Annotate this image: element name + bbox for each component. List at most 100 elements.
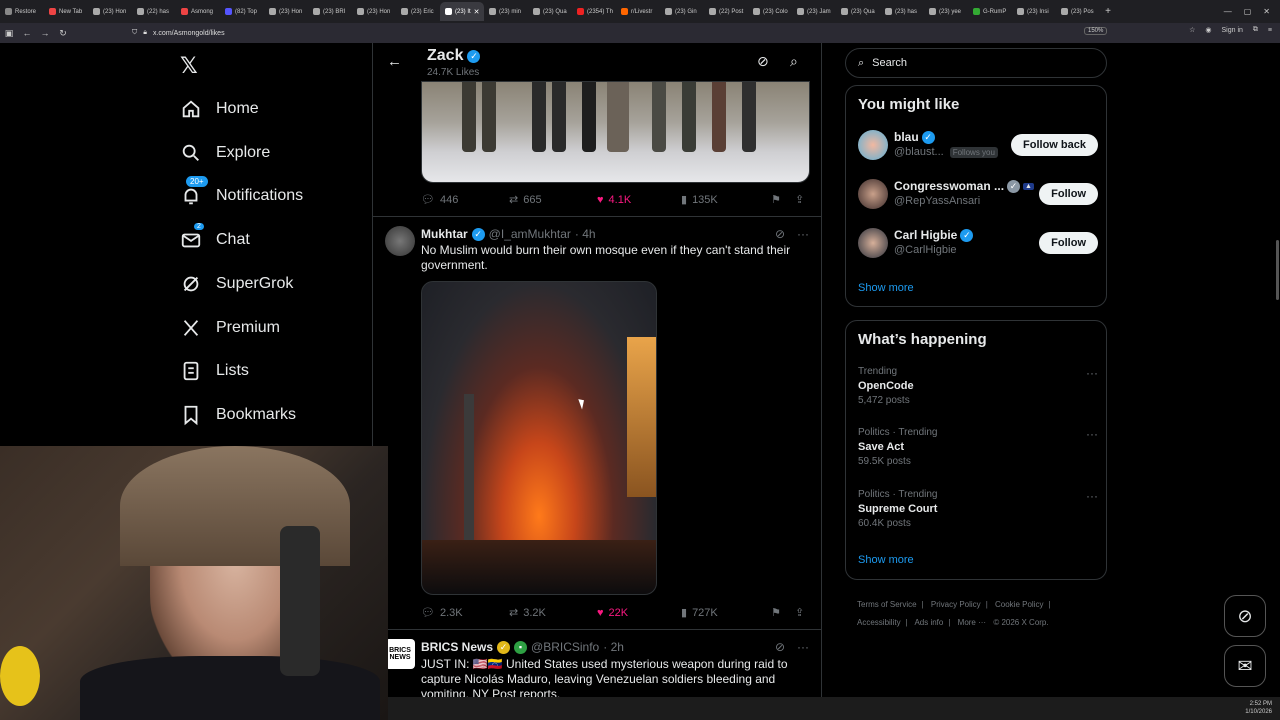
menu-icon[interactable]: ≡ xyxy=(1268,27,1272,34)
more-icon[interactable]: ··· xyxy=(1086,366,1098,380)
browser-tab[interactable]: Asmong xyxy=(176,2,220,21)
browser-tab[interactable]: (23) Hon xyxy=(88,2,132,21)
sidebar-item-chat[interactable]: 2 Chat xyxy=(180,223,250,251)
share-icon[interactable]: ⇪ xyxy=(795,193,804,206)
browser-tab[interactable]: (82) Top xyxy=(220,2,264,21)
back-arrow-icon[interactable]: ← xyxy=(387,53,402,70)
extensions-icon[interactable]: ⧉ xyxy=(1253,26,1258,34)
browser-tab[interactable]: G-RumP xyxy=(968,2,1012,21)
browser-tab[interactable]: (23) Hon xyxy=(352,2,396,21)
browser-tab[interactable]: (23) Qua xyxy=(528,2,572,21)
post-author-handle[interactable]: @BRICSinfo xyxy=(531,640,599,654)
sidebar-item-bookmarks[interactable]: Bookmarks xyxy=(180,404,296,426)
follow-back-button[interactable]: Follow back xyxy=(1011,134,1098,156)
browser-tab[interactable]: (23) Gin xyxy=(660,2,704,21)
tab-close-icon[interactable]: ✕ xyxy=(474,8,480,16)
post-image[interactable] xyxy=(421,281,657,595)
avatar[interactable]: BRICS NEWS xyxy=(385,639,415,669)
footer-link-cookie[interactable]: Cookie Policy xyxy=(995,600,1043,609)
sidebar-item-supergrok[interactable]: SuperGrok xyxy=(180,273,293,295)
browser-tab[interactable]: (23) Pos xyxy=(1056,2,1100,21)
browser-tab[interactable]: (22) has xyxy=(132,2,176,21)
repost-button[interactable]: ⇄ 3.2K xyxy=(509,606,597,620)
sidebar-item-notifications[interactable]: 20+ Notifications xyxy=(180,176,303,207)
suggestion-item[interactable]: Congresswoman ... ✓ ▲ @RepYassAnsari Follo… xyxy=(858,175,1098,215)
follow-button[interactable]: Follow xyxy=(1039,232,1098,254)
like-button[interactable]: ♥ 22K xyxy=(597,607,681,619)
post-author-name[interactable]: Mukhtar xyxy=(421,227,468,241)
avatar[interactable] xyxy=(858,179,888,209)
browser-tab[interactable]: (23) Eric xyxy=(396,2,440,21)
url-bar[interactable]: ⛉ 🔒︎ x.com/Asmongold/likes xyxy=(132,25,1132,41)
browser-tab[interactable]: New Tab xyxy=(44,2,88,21)
share-icon[interactable]: ⇪ xyxy=(795,606,804,619)
views-button[interactable]: ▮ 135K xyxy=(681,193,771,207)
reload-icon[interactable]: ↻ xyxy=(54,28,72,39)
sidebar-toggle-icon[interactable]: ▣ xyxy=(0,28,18,39)
post-time[interactable]: · 2h xyxy=(603,640,624,654)
browser-tab[interactable]: (2354) Th xyxy=(572,2,616,21)
sidebar-item-lists[interactable]: Lists xyxy=(180,360,249,382)
zoom-level[interactable]: 150% xyxy=(1084,27,1108,35)
search-icon[interactable]: ⌕ xyxy=(790,53,798,70)
x-logo-icon[interactable]: 𝕏 xyxy=(180,53,198,79)
footer-link-terms[interactable]: Terms of Service xyxy=(857,600,917,609)
more-icon[interactable]: ··· xyxy=(797,227,809,241)
close-icon[interactable]: ✕ xyxy=(1263,7,1270,16)
avatar[interactable] xyxy=(385,226,415,256)
grok-icon[interactable]: ⊘ xyxy=(775,227,785,241)
like-button[interactable]: ♥ 4.1K xyxy=(597,194,681,206)
grok-button[interactable]: ⊘ xyxy=(1224,595,1266,637)
url-text[interactable]: x.com/Asmongold/likes xyxy=(153,30,225,37)
sidebar-item-explore[interactable]: Explore xyxy=(180,142,270,164)
suggestion-item[interactable]: blau ✓ @blaust... Follows you Follow back xyxy=(858,126,1098,166)
sign-in-button[interactable]: Sign in xyxy=(1222,27,1243,34)
post-author-handle[interactable]: @I_amMukhtar xyxy=(489,227,571,241)
maximize-icon[interactable]: ▢ xyxy=(1244,7,1252,16)
more-icon[interactable]: ··· xyxy=(797,640,809,654)
taskbar-clock[interactable]: 2:52 PM 1/10/2026 xyxy=(1245,700,1272,716)
new-tab-icon[interactable]: + xyxy=(1100,6,1116,17)
grok-icon[interactable]: ⊘ xyxy=(775,640,785,654)
more-icon[interactable]: ··· xyxy=(1086,427,1098,441)
messages-button[interactable]: ✉ xyxy=(1224,645,1266,687)
reply-button[interactable]: 💬︎ 2.3K xyxy=(421,606,509,620)
forward-icon[interactable]: → xyxy=(36,28,54,38)
browser-tab[interactable]: (23) BRI xyxy=(308,2,352,21)
repost-button[interactable]: ⇄ 665 xyxy=(509,193,597,207)
star-icon[interactable]: ☆ xyxy=(1189,26,1195,34)
minimize-icon[interactable]: — xyxy=(1224,7,1232,16)
show-more-link[interactable]: Show more xyxy=(858,554,914,566)
browser-tab[interactable]: (23) Jam xyxy=(792,2,836,21)
back-icon[interactable]: ← xyxy=(18,28,36,38)
post-author-name[interactable]: BRICS News xyxy=(421,640,493,654)
footer-link-accessibility[interactable]: Accessibility xyxy=(857,618,901,627)
sidebar-item-home[interactable]: Home xyxy=(180,98,259,120)
sidebar-item-premium[interactable]: Premium xyxy=(180,317,280,339)
trend-item[interactable]: Trending OpenCode 5,472 posts ··· xyxy=(858,366,1098,416)
suggestion-item[interactable]: Carl Higbie ✓ @CarlHigbie Follow xyxy=(858,224,1098,264)
bookmark-icon[interactable]: ⚑ xyxy=(771,606,795,619)
footer-link-more[interactable]: More ··· xyxy=(958,618,986,627)
views-button[interactable]: ▮ 727K xyxy=(681,606,771,620)
grok-icon[interactable]: ⊘ xyxy=(757,53,769,70)
footer-link-ads[interactable]: Ads info xyxy=(914,618,943,627)
trend-item[interactable]: Politics · Trending Save Act 59.5K posts… xyxy=(858,427,1098,477)
browser-tab[interactable]: (23) Qua xyxy=(836,2,880,21)
reply-button[interactable]: 💬︎ 446 xyxy=(421,193,509,207)
avatar[interactable] xyxy=(858,228,888,258)
browser-tab[interactable]: (23) Colo xyxy=(748,2,792,21)
browser-tab[interactable]: Restore xyxy=(0,2,44,21)
browser-tab[interactable]: (22) Post xyxy=(704,2,748,21)
browser-tab[interactable]: (23) Hon xyxy=(264,2,308,21)
scrollbar[interactable] xyxy=(1276,240,1279,300)
browser-tab[interactable]: (23) has xyxy=(880,2,924,21)
browser-tab[interactable]: (23) yee xyxy=(924,2,968,21)
show-more-link[interactable]: Show more xyxy=(858,282,914,294)
more-icon[interactable]: ··· xyxy=(1086,489,1098,503)
browser-tab[interactable]: r/Livestr xyxy=(616,2,660,21)
footer-link-privacy[interactable]: Privacy Policy xyxy=(931,600,981,609)
bookmark-icon[interactable]: ⚑ xyxy=(771,193,795,206)
follow-button[interactable]: Follow xyxy=(1039,183,1098,205)
post-time[interactable]: · 4h xyxy=(575,227,596,241)
